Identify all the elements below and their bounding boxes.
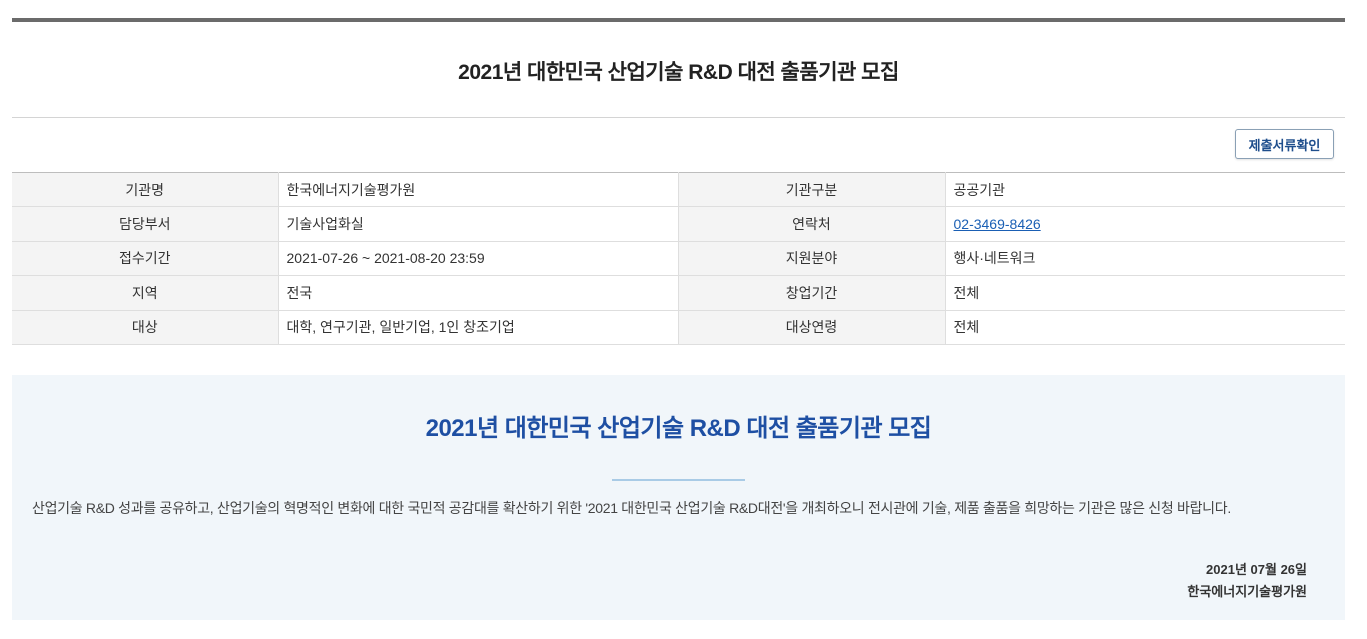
table-row: 담당부서 기술사업화실 연락처 02-3469-8426 [12, 206, 1345, 242]
label-support-field: 지원분야 [678, 241, 946, 277]
value-target: 대학, 연구기관, 일반기업, 1인 창조기업 [278, 310, 679, 345]
phone-link[interactable]: 02-3469-8426 [954, 216, 1041, 232]
notice-org: 한국에너지기술평가원 [1187, 584, 1307, 599]
check-documents-button[interactable]: 제출서류확인 [1235, 129, 1334, 159]
label-contact: 연락처 [678, 206, 946, 242]
value-region: 전국 [278, 275, 679, 311]
value-target-age: 전체 [945, 310, 1345, 345]
info-table: 기관명 한국에너지기술평가원 기관구분 공공기관 담당부서 기술사업화실 연락처… [12, 172, 1345, 345]
value-department: 기술사업화실 [278, 206, 679, 242]
label-department: 담당부서 [12, 206, 279, 242]
notice-box: 2021년 대한민국 산업기술 R&D 대전 출품기관 모집 산업기술 R&D … [12, 375, 1345, 620]
notice-divider [612, 479, 745, 481]
page-title: 2021년 대한민국 산업기술 R&D 대전 출품기관 모집 [458, 61, 899, 84]
label-startup-period: 창업기간 [678, 275, 946, 311]
value-startup-period: 전체 [945, 275, 1345, 311]
value-org-type: 공공기관 [945, 172, 1345, 208]
value-support-field: 행사·네트워크 [945, 241, 1345, 277]
value-org-name: 한국에너지기술평가원 [278, 172, 679, 208]
notice-title: 2021년 대한민국 산업기술 R&D 대전 출품기관 모집 [425, 415, 932, 442]
notice-date: 2021년 07월 26일 [1206, 562, 1307, 577]
label-region: 지역 [12, 275, 279, 311]
table-row: 대상 대학, 연구기관, 일반기업, 1인 창조기업 대상연령 전체 [12, 310, 1345, 345]
table-row: 기관명 한국에너지기술평가원 기관구분 공공기관 [12, 172, 1345, 208]
value-application-period: 2021-07-26 ~ 2021-08-20 23:59 [278, 241, 679, 277]
label-org-name: 기관명 [12, 172, 279, 208]
label-target: 대상 [12, 310, 279, 345]
label-target-age: 대상연령 [678, 310, 946, 345]
label-application-period: 접수기간 [12, 241, 279, 277]
top-rule [12, 18, 1345, 22]
table-row: 접수기간 2021-07-26 ~ 2021-08-20 23:59 지원분야 … [12, 241, 1345, 277]
notice-body: 산업기술 R&D 성과를 공유하고, 산업기술의 혁명적인 변화에 대한 국민적… [32, 500, 1231, 516]
label-org-type: 기관구분 [678, 172, 946, 208]
value-contact-cell: 02-3469-8426 [945, 206, 1345, 242]
title-divider [12, 117, 1345, 118]
table-row: 지역 전국 창업기간 전체 [12, 275, 1345, 311]
